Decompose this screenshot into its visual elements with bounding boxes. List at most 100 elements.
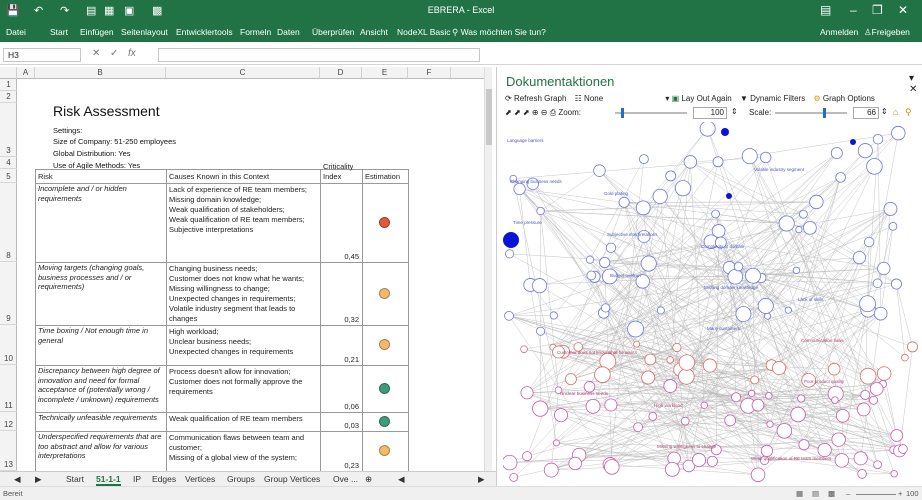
graph-node[interactable] <box>666 356 674 364</box>
graph-node[interactable] <box>699 122 716 137</box>
graph-node[interactable] <box>831 432 846 447</box>
graph-node[interactable] <box>799 209 808 219</box>
column-header-c[interactable]: C <box>166 67 320 79</box>
refresh-graph-button[interactable]: Refresh Graph <box>514 94 566 103</box>
graph-node[interactable] <box>522 451 533 462</box>
row-header-1[interactable]: 1 <box>0 79 17 91</box>
tab-formeln[interactable]: Formeln <box>240 27 271 37</box>
graph-node[interactable] <box>644 353 657 366</box>
graph-node[interactable] <box>509 472 519 482</box>
function-icon[interactable]: fx <box>128 48 136 59</box>
name-box[interactable]: H3 <box>3 48 81 62</box>
graph-node[interactable] <box>702 358 717 373</box>
graph-node[interactable] <box>890 429 904 442</box>
graph-node[interactable] <box>834 453 850 468</box>
graph-node[interactable] <box>766 420 774 428</box>
cell-grid[interactable]: Risk Assessment Settings: Size of Compan… <box>17 79 490 471</box>
row-header-3[interactable]: 3 <box>0 103 17 157</box>
graph-node[interactable] <box>731 392 742 403</box>
graph-node[interactable] <box>784 306 792 314</box>
normal-view-icon[interactable]: ▦ <box>796 489 803 498</box>
graph-node[interactable] <box>898 444 908 454</box>
graph-node[interactable] <box>877 261 891 276</box>
row-header-11[interactable]: 11 <box>0 365 17 412</box>
vertical-scrollbar[interactable] <box>484 67 492 471</box>
help-icon[interactable]: ⚲ <box>905 107 912 118</box>
column-header-b[interactable]: B <box>35 67 166 79</box>
print-icon[interactable]: ⎙ <box>550 108 556 117</box>
select-all-corner[interactable] <box>0 67 17 79</box>
graph-options-button[interactable]: Graph Options <box>823 94 875 103</box>
graph-node[interactable] <box>760 444 773 457</box>
graph-node[interactable] <box>883 201 898 216</box>
column-header-f[interactable]: F <box>408 67 451 79</box>
graph-node[interactable] <box>711 209 720 219</box>
restore-icon[interactable]: ❐ <box>872 3 883 17</box>
tab-daten[interactable]: Daten <box>277 27 300 37</box>
graph-node[interactable] <box>568 456 582 471</box>
graph-node[interactable] <box>872 133 884 145</box>
graph-node[interactable] <box>543 462 559 478</box>
graph-node[interactable] <box>860 389 871 400</box>
tab-vertices[interactable]: Vertices <box>185 474 215 484</box>
scale-slider-track[interactable] <box>775 108 847 118</box>
prev-sheet-icon[interactable]: ◀ <box>14 474 21 485</box>
graph-node[interactable] <box>869 395 878 405</box>
graph-node[interactable] <box>604 398 618 412</box>
tab-nodexl-basic[interactable]: NodeXL Basic <box>397 27 451 37</box>
graph-node[interactable] <box>890 278 902 290</box>
selected-node[interactable] <box>721 128 729 136</box>
graph-node[interactable] <box>727 268 744 285</box>
graph-node[interactable] <box>724 414 737 427</box>
graph-node[interactable] <box>735 306 752 322</box>
row-header-12[interactable]: 12 <box>0 412 17 431</box>
graph-node[interactable] <box>552 439 560 447</box>
select-pan-icon[interactable]: ⬈ <box>523 108 530 117</box>
graph-node[interactable] <box>790 406 806 423</box>
graph-node[interactable] <box>764 312 772 320</box>
graph-node[interactable] <box>831 396 839 404</box>
zoom-value-input[interactable]: 100 <box>693 107 727 119</box>
graph-node[interactable] <box>901 353 909 362</box>
graph-node[interactable] <box>663 379 678 393</box>
hscroll-left-icon[interactable]: ◀ <box>398 474 405 485</box>
tab-51-1-1[interactable]: 51-1-1 <box>96 474 121 486</box>
graph-node[interactable] <box>641 370 656 385</box>
graph-node[interactable] <box>532 400 549 417</box>
graph-node[interactable] <box>691 452 707 468</box>
graph-node[interactable] <box>712 156 724 168</box>
graph-node[interactable] <box>503 454 518 471</box>
graph-node[interactable] <box>830 147 843 160</box>
select-subgraph-icon[interactable]: ⬈ <box>514 108 521 117</box>
zoom-slider-thumb[interactable] <box>620 108 624 118</box>
graph-node[interactable] <box>549 311 558 320</box>
graph-node[interactable] <box>750 467 766 482</box>
tab-group-vertices[interactable]: Group Vertices <box>264 474 320 484</box>
selected-node[interactable] <box>850 139 856 145</box>
graph-node[interactable] <box>873 460 882 470</box>
zoom-spinner-icon[interactable]: ⇕ <box>731 107 738 116</box>
graph-node[interactable] <box>627 320 644 338</box>
page-layout-icon[interactable]: ▤ <box>812 489 819 498</box>
graph-node[interactable] <box>776 423 793 439</box>
graph-node[interactable] <box>633 340 641 348</box>
network-graph[interactable]: Language barriers Gold plating Complexity … <box>503 122 921 486</box>
zoom-percent[interactable]: 100 <box>906 489 919 498</box>
graph-node[interactable] <box>594 366 611 383</box>
graph-node[interactable] <box>586 270 597 281</box>
graph-node[interactable] <box>891 125 906 141</box>
graph-node[interactable] <box>863 236 875 248</box>
graph-node[interactable] <box>797 394 806 403</box>
scale-value-input[interactable]: 66 <box>853 107 879 119</box>
zoom-out-tool-icon[interactable]: ⊖ <box>541 108 548 117</box>
graph-node[interactable] <box>792 266 801 275</box>
graph-node[interactable] <box>859 367 877 385</box>
graph-node[interactable] <box>857 143 873 159</box>
graph-node[interactable] <box>873 306 888 321</box>
tab-einfuegen[interactable]: Einfügen <box>80 27 114 37</box>
graph-node[interactable] <box>751 398 765 412</box>
minimize-icon[interactable]: – <box>850 3 857 17</box>
graph-node[interactable] <box>665 170 677 182</box>
graph-node[interactable] <box>593 164 606 177</box>
tell-me-box[interactable]: ⚲ Was möchten Sie tun? <box>452 27 546 38</box>
